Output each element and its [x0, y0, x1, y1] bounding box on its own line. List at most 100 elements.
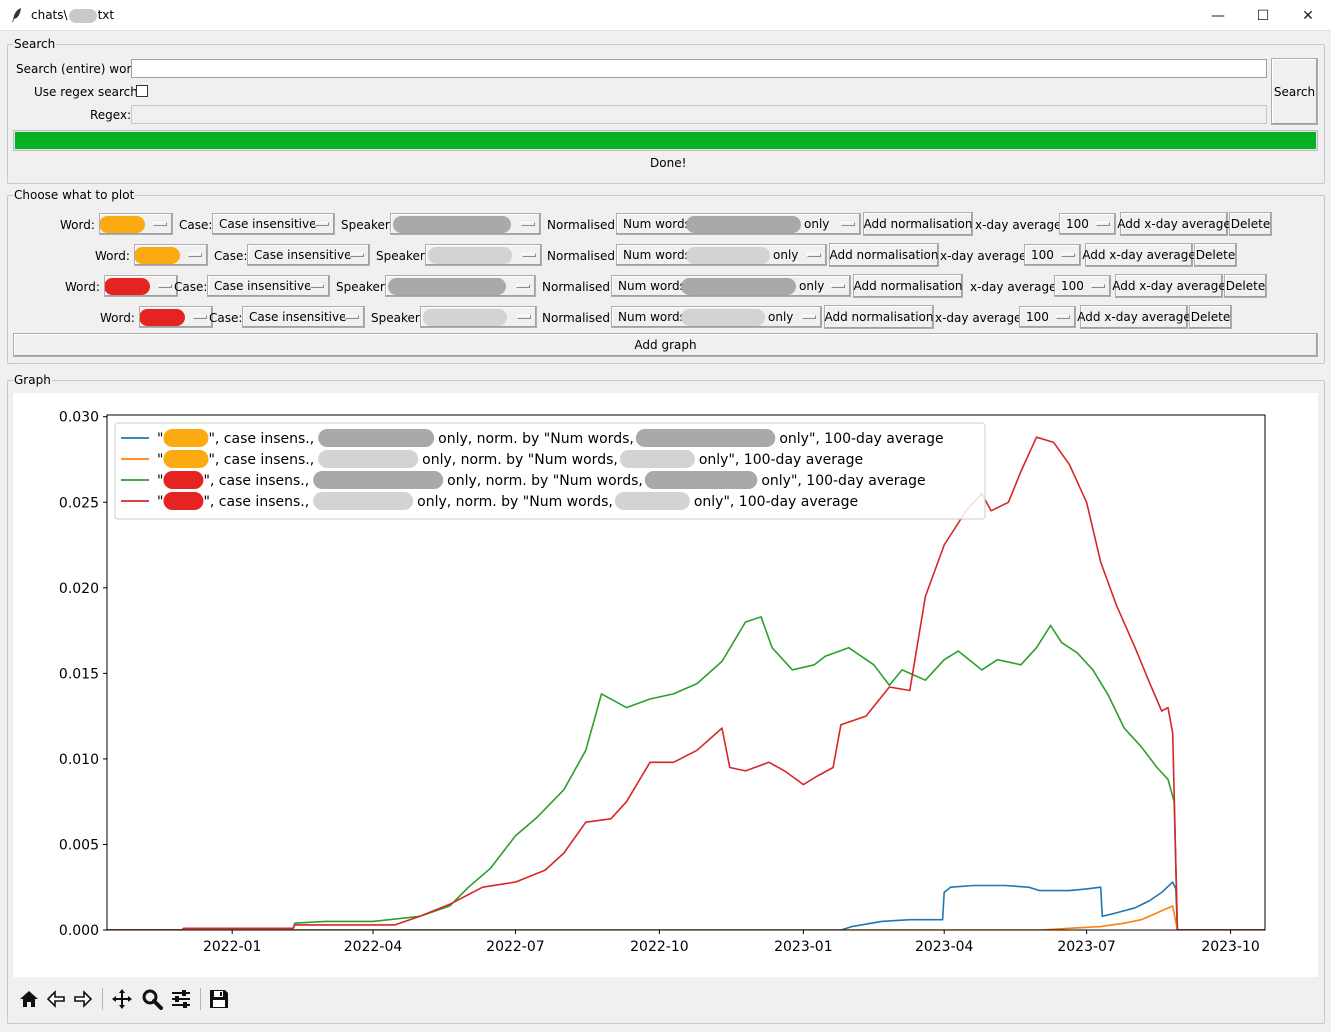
delete-row-button[interactable]: Delete [1229, 212, 1272, 236]
dropdown-indicator-icon [158, 284, 172, 288]
normalised-label: Normalised: [542, 280, 615, 294]
close-button[interactable]: ✕ [1285, 0, 1331, 31]
y-tick-label: 0.010 [59, 752, 99, 768]
pan-icon[interactable] [110, 987, 134, 1011]
search-button[interactable]: Search [1271, 58, 1318, 125]
search-status: Done! [650, 156, 687, 170]
x-day-average-select[interactable]: 100 [1024, 244, 1081, 266]
zoom-icon[interactable] [140, 987, 164, 1011]
x-day-average-select[interactable]: 100 [1019, 306, 1076, 328]
redacted-speaker [393, 216, 511, 233]
line-chart[interactable]: 0.000 0.005 0.010 0.015 0.020 0.025 0.030 2022-… [13, 393, 1318, 977]
dropdown-indicator-icon [1091, 284, 1105, 288]
series-line-1 [107, 881, 1265, 930]
legend-redacted-speaker [318, 450, 419, 468]
dropdown-indicator-icon [1056, 315, 1070, 319]
add-normalisation-button[interactable]: Add normalisation [853, 274, 963, 298]
add-x-day-average-button[interactable]: Add x-day average [1077, 305, 1191, 329]
case-select[interactable]: Case insensitive [212, 213, 335, 235]
normalised-suffix: only [799, 279, 825, 293]
legend-text-norm: only, norm. by "Num words, [447, 473, 643, 489]
normalised-suffix: only [773, 248, 799, 262]
word-select[interactable] [104, 275, 178, 297]
y-tick-label: 0.005 [59, 837, 99, 853]
graph-canvas[interactable]: 0.000 0.005 0.010 0.015 0.020 0.025 0.030 2022-… [13, 393, 1318, 977]
case-select[interactable]: Case insensitive [247, 244, 370, 266]
minimize-button[interactable]: — [1195, 0, 1241, 31]
speaker-label: Speaker: [336, 280, 389, 294]
word-label: Word: [65, 280, 100, 294]
y-tick-label: 0.025 [59, 495, 99, 511]
normalised-select[interactable]: Num words, only [616, 244, 827, 266]
legend-text-average: only", 100-day average [699, 452, 863, 468]
delete-row-button[interactable]: Delete [1194, 243, 1237, 267]
add-x-day-average-button[interactable]: Add x-day average [1112, 274, 1226, 298]
speaker-select[interactable] [425, 244, 542, 266]
plot-config-group-label: Choose what to plot [13, 188, 136, 202]
x-day-average-select[interactable]: 100 [1054, 275, 1111, 297]
minimize-icon: — [1211, 7, 1225, 24]
back-icon[interactable] [44, 987, 68, 1011]
legend-text-case: ", case insens., [203, 494, 309, 510]
speaker-select[interactable] [390, 213, 541, 235]
word-select[interactable] [139, 306, 213, 328]
delete-row-button[interactable]: Delete [1189, 305, 1232, 329]
redacted-word [100, 216, 145, 233]
forward-icon[interactable] [71, 987, 95, 1011]
add-x-day-average-button[interactable]: Add x-day average [1117, 212, 1231, 236]
regex-field[interactable] [132, 106, 1266, 123]
speaker-select[interactable] [420, 306, 537, 328]
case-select[interactable]: Case insensitive [242, 306, 365, 328]
case-select[interactable]: Case insensitive [207, 275, 330, 297]
redacted-normaliser [681, 309, 765, 326]
case-label: Case: [174, 280, 208, 294]
normalised-select[interactable]: Num words, only [611, 275, 851, 297]
add-x-day-average-button[interactable]: Add x-day average [1082, 243, 1196, 267]
case-select-value: Case insensitive [214, 279, 312, 293]
word-label: Word: [95, 249, 130, 263]
x-day-average-label: x-day average: [935, 311, 1026, 325]
regex-input[interactable] [131, 105, 1267, 124]
legend-text-case: ", case insens., [203, 473, 309, 489]
search-word-label: Search (entire) word: [16, 62, 143, 76]
normalised-prefix: Num words, [623, 217, 695, 231]
configure-subplots-icon[interactable] [169, 987, 193, 1011]
regex-toggle-label: Use regex search: [34, 85, 142, 99]
redacted-word [135, 247, 180, 264]
add-normalisation-button[interactable]: Add normalisation [824, 305, 934, 329]
case-label: Case: [214, 249, 248, 263]
add-normalisation-button[interactable]: Add normalisation [863, 212, 973, 236]
x-tick-label: 2023-04 [915, 939, 974, 955]
x-day-average-select[interactable]: 100 [1059, 213, 1116, 235]
word-select[interactable] [99, 213, 173, 235]
delete-row-button[interactable]: Delete [1224, 274, 1267, 298]
word-select[interactable] [134, 244, 208, 266]
redacted-filename [68, 8, 97, 23]
save-icon[interactable] [207, 987, 231, 1011]
series-line-3 [107, 616, 1265, 930]
legend-text-quote: " [157, 431, 163, 447]
speaker-select[interactable] [385, 275, 536, 297]
maximize-button[interactable]: ☐ [1240, 0, 1286, 31]
normalised-select[interactable]: Num words, only [611, 306, 822, 328]
legend-redacted-normaliser [619, 450, 695, 468]
regex-checkbox[interactable] [136, 85, 148, 97]
x-day-average-value: 100 [1031, 248, 1054, 262]
legend-redacted-normaliser [614, 492, 690, 510]
normalised-prefix: Num words, [623, 248, 695, 262]
dropdown-indicator-icon [522, 253, 536, 257]
x-day-average-label: x-day average: [975, 218, 1066, 232]
search-word-field[interactable] [132, 60, 1266, 77]
legend-text-average: only", 100-day average [779, 431, 943, 447]
add-graph-button[interactable]: Add graph [13, 333, 1318, 357]
normalised-prefix: Num words, [618, 310, 690, 324]
home-icon[interactable] [17, 987, 41, 1011]
x-day-average-value: 100 [1026, 310, 1049, 324]
legend-text-norm: only, norm. by "Num words, [438, 431, 634, 447]
normalised-label: Normalised: [542, 311, 615, 325]
add-normalisation-button[interactable]: Add normalisation [829, 243, 939, 267]
normalised-suffix: only [804, 217, 830, 231]
normalised-select[interactable]: Num words, only [616, 213, 861, 235]
legend-redacted-word [163, 471, 204, 489]
search-word-input[interactable] [131, 59, 1267, 78]
